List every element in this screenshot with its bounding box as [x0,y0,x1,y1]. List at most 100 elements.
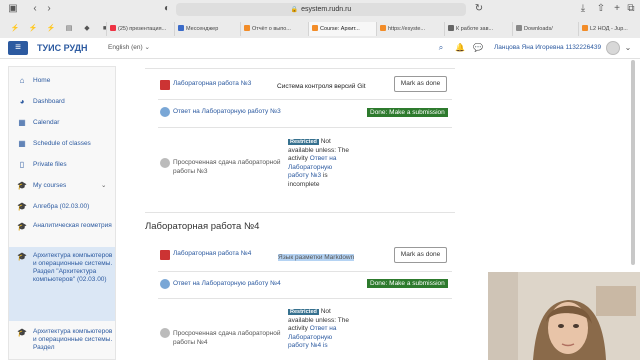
tab-label: L2 НОД - Jup... [590,26,628,32]
assignment-link[interactable]: Лабораторная работа №4 [173,250,251,257]
lock-icon: 🔒 [290,7,299,13]
user-name: Ланцова Яна Игоревна 1132226439 [494,44,602,51]
browser-tab[interactable]: https://esyste... [376,22,444,36]
activity-lab3-late: Просроченная сдача лабораторной работы №… [158,156,288,180]
chevron-down-icon: ⌄ [101,182,107,189]
submission-icon [160,328,170,338]
assignment-icon [160,80,170,90]
download-icon[interactable]: ⤓ [576,3,590,15]
tab-label: https://esyste... [388,26,425,32]
tab-label: (25) презентация... [118,26,167,32]
reload-icon[interactable]: ↻ [472,3,486,15]
sidebar-item-home[interactable]: ⌂ Home [9,75,115,87]
url-text: esystem.rudn.ru [301,6,352,13]
browser-tab[interactable]: Мессенджер [174,22,240,36]
mark-as-done-label: Mark as done [400,80,441,87]
sidebar: ⌂ Home ◕ Dashboard ▦ Calendar ▦ Schedule… [8,66,116,360]
site-logo[interactable]: ТУИС РУДН [37,41,88,55]
late-submission-label: Просроченная сдача лабораторной работы №… [173,159,281,175]
graduation-cap-icon: 🎓 [17,202,27,211]
pinned-tab-icon[interactable]: ⚡ [44,23,58,35]
pinned-tabs-icon[interactable]: ⚡ [8,23,22,35]
tab-overview-icon[interactable]: ⧉ [624,3,638,15]
sidebar-item-private-files[interactable]: ▯ Private files [9,159,115,171]
webcam-video [488,272,640,360]
browser-chrome: ▣ ‹ › ◐ 🔒 esystem.rudn.ru ↻ ⤓ ⇧ + ⧉ ⚡ ⚡ ⚡… [0,0,640,38]
sidebar-course-algebra[interactable]: 🎓 Алгебра (02.03.00) [9,201,115,213]
sidebar-item-label: Dashboard [33,98,65,105]
done-badge-label: Done: Make a submission [370,280,445,287]
browser-tab[interactable]: Course: Архит... [308,22,376,36]
browser-tab[interactable]: К работе зав... [444,22,512,36]
sidebar-item-schedule[interactable]: ▦ Schedule of classes [9,138,115,150]
done-badge: Done: Make a submission [367,279,448,288]
mark-as-done-button[interactable]: Mark as done [394,76,447,92]
tab-favicon-icon [178,25,184,31]
sidebar-item-label: Архитектура компьютеров и операционные с… [33,328,113,351]
tab-label: Downloads/ [524,26,553,32]
file-icon: ▯ [19,160,25,169]
tab-label: Мессенджер [186,26,219,32]
privacy-shield-icon[interactable]: ◐ [160,3,174,15]
sidebar-item-dashboard[interactable]: ◕ Dashboard [9,96,115,108]
pinned-tab-icon[interactable]: ▤ [62,23,76,35]
avatar[interactable] [606,41,620,55]
forward-icon[interactable]: › [42,3,56,15]
assignment-description: Система контроля версий Git [277,83,366,90]
done-badge-label: Done: Make a submission [370,109,445,116]
answer-link[interactable]: Ответ на Лабораторную работу №3 [173,108,281,115]
tab-label: Course: Архит... [320,26,360,32]
browser-tab[interactable]: L2 НОД - Jup... [578,22,640,36]
back-icon[interactable]: ‹ [28,3,42,15]
chat-icon[interactable]: 💬 [472,41,484,55]
graduation-cap-icon: 🎓 [17,222,27,231]
divider [145,212,455,213]
tab-favicon-icon [244,25,250,31]
tab-favicon-icon [582,25,588,31]
bell-icon[interactable]: 🔔 [454,41,466,55]
graduation-cap-icon: 🎓 [17,328,27,337]
sidebar-item-calendar[interactable]: ▦ Calendar [9,117,115,129]
new-tab-icon[interactable]: + [610,3,624,15]
activity-lab4-late: Просроченная сдача лабораторной работы №… [158,327,288,351]
calendar-icon: ▦ [18,118,26,127]
assignment-description: Язык разметки Markdown [278,254,355,261]
browser-tab[interactable]: (25) презентация... [106,22,174,36]
mark-as-done-button[interactable]: Mark as done [394,247,447,263]
tab-label: К работе зав... [456,26,494,32]
mark-as-done-label: Mark as done [400,251,441,258]
sidebar-course-architecture-active[interactable]: 🎓 Архитектура компьютеров и операционные… [9,247,115,321]
webcam-overlay [488,272,640,360]
chevron-down-icon[interactable]: ⌄ [622,41,634,55]
sidebar-item-my-courses[interactable]: 🎓 My courses ⌄ [9,180,115,192]
divider [158,271,452,272]
divider [145,68,455,69]
search-icon[interactable]: ⌕ [435,41,447,55]
submission-icon [160,158,170,168]
sidebar-toggle-icon[interactable]: ▣ [6,3,20,15]
sidebar-course-architecture-2[interactable]: 🎓 Архитектура компьютеров и операционные… [9,325,115,361]
pinned-tab-icon[interactable]: ◆ [80,23,94,35]
sidebar-item-label: Алгебра (02.03.00) [33,203,90,210]
browser-tab[interactable]: Downloads/ [512,22,578,36]
address-bar[interactable]: 🔒 esystem.rudn.ru [176,3,466,16]
language-selector[interactable]: English (en) ⌄ [108,41,150,55]
restriction-info: Restricted Not available unless: The act… [288,308,350,351]
submission-icon [160,279,170,289]
scrollbar-thumb[interactable] [631,60,635,265]
late-submission-label: Просроченная сдача лабораторной работы №… [173,330,281,346]
graduation-cap-icon: 🎓 [17,181,27,190]
assignment-link[interactable]: Лабораторная работа №3 [173,80,251,87]
pinned-tab-icon[interactable]: ⚡ [26,23,40,35]
sidebar-course-geometry[interactable]: 🎓 Аналитическая геометрия [9,221,115,243]
home-icon: ⌂ [19,76,25,85]
menu-icon[interactable]: ≡ [8,41,28,55]
answer-link[interactable]: Ответ на Лабораторную работу №4 [173,280,281,287]
logo-text: ТУИС РУДН [37,43,88,53]
browser-tab[interactable]: Отчёт о выпо... [240,22,308,36]
share-icon[interactable]: ⇧ [594,3,608,15]
submission-icon [160,107,170,117]
user-menu[interactable]: Ланцова Яна Игоревна 1132226439 [494,41,601,55]
assignment-icon [160,250,170,260]
sidebar-item-label: Архитектура компьютеров и операционные с… [33,252,113,283]
